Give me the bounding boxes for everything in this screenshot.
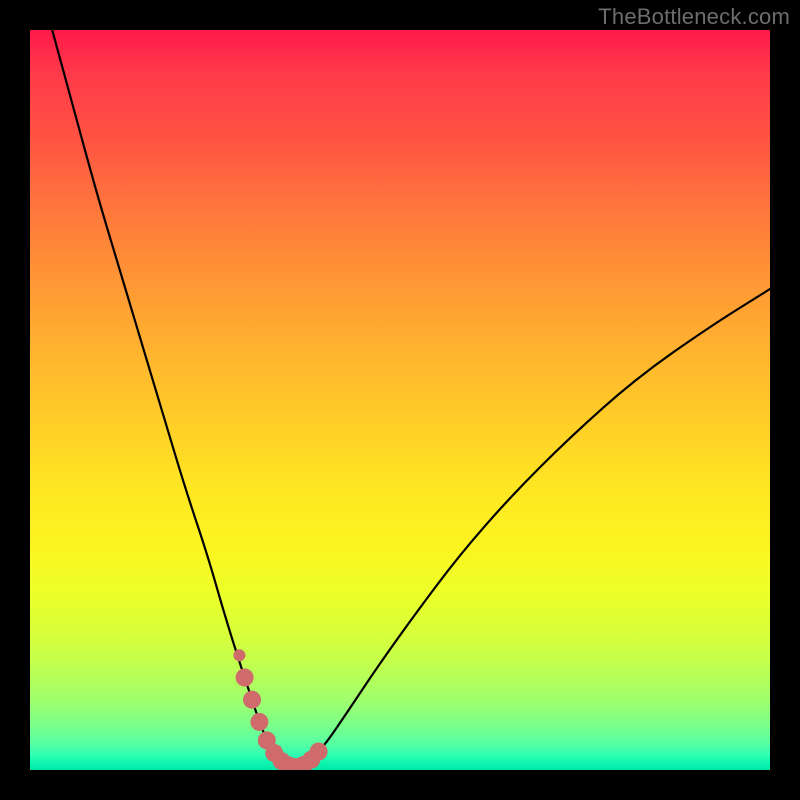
bottleneck-chart <box>30 30 770 770</box>
marker-layer <box>30 30 770 770</box>
marker-dot <box>243 691 261 709</box>
marker-dot <box>250 713 268 731</box>
highlight-markers <box>233 649 327 770</box>
marker-dot <box>233 649 245 661</box>
marker-dot <box>310 743 328 761</box>
marker-dot <box>236 669 254 687</box>
watermark-text: TheBottleneck.com <box>598 4 790 30</box>
